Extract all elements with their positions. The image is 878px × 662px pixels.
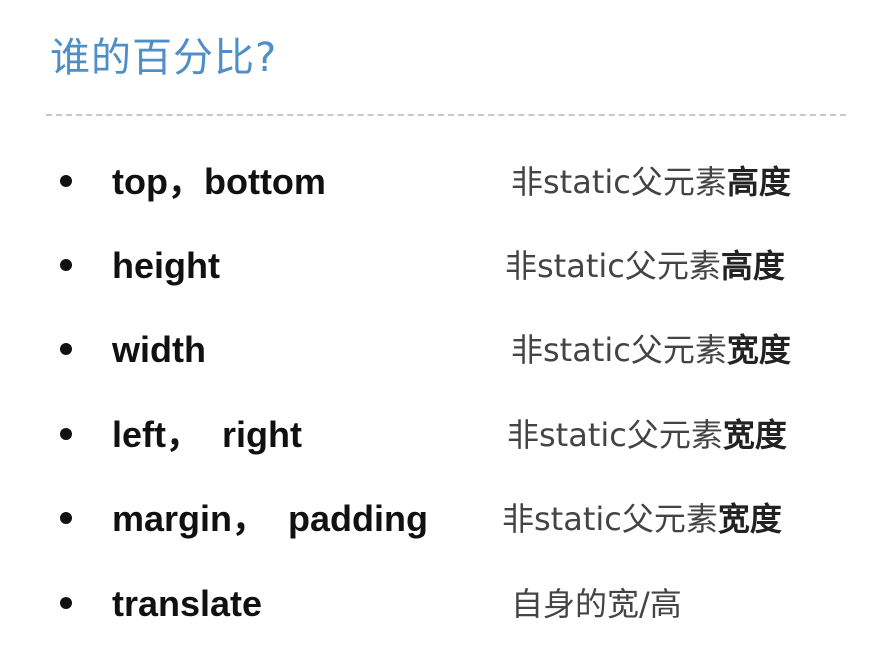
reference-text: 非static父元素 [507, 416, 723, 454]
list-item: left， right 非static父元素宽度 [0, 413, 878, 463]
list-item: top，bottom 非static父元素高度 [0, 160, 878, 210]
list-item: width 非static父元素宽度 [0, 328, 878, 378]
percent-reference: 非static父元素高度 [505, 244, 785, 288]
reference-dimension: 宽度 [726, 331, 791, 369]
reference-text: 非static父元素 [505, 247, 721, 285]
percent-reference: 自身的宽/高 [511, 582, 682, 626]
bullet-icon [60, 175, 72, 187]
reference-dimension: 高度 [726, 163, 791, 201]
reference-dimension: 宽度 [722, 416, 787, 454]
property-name: height [112, 245, 220, 286]
reference-text: 非static父元素 [511, 331, 727, 369]
property-name: margin， padding [112, 498, 429, 539]
bullet-icon [60, 343, 72, 355]
list-item: height 非static父元素高度 [0, 244, 878, 294]
bullet-icon [60, 512, 72, 524]
percent-reference: 非static父元素高度 [511, 160, 791, 204]
list-item: margin， padding 非static父元素宽度 [0, 497, 878, 547]
bullet-icon [60, 597, 72, 609]
slide: 谁的百分比? top，bottom 非static父元素高度 height 非s… [0, 0, 878, 662]
property-name: width [112, 329, 206, 370]
reference-text: 自身的宽/高 [511, 585, 682, 623]
bullet-icon [60, 259, 72, 271]
bullet-list: top，bottom 非static父元素高度 height 非static父元… [0, 0, 878, 662]
percent-reference: 非static父元素宽度 [502, 497, 782, 541]
list-item: translate 自身的宽/高 [0, 582, 878, 632]
reference-text: 非static父元素 [511, 163, 727, 201]
percent-reference: 非static父元素宽度 [507, 413, 787, 457]
reference-dimension: 宽度 [717, 500, 782, 538]
property-name: translate [112, 583, 263, 624]
property-name: top，bottom [112, 161, 326, 202]
property-name: left， right [112, 414, 302, 455]
percent-reference: 非static父元素宽度 [511, 328, 791, 372]
reference-dimension: 高度 [720, 247, 785, 285]
bullet-icon [60, 428, 72, 440]
reference-text: 非static父元素 [502, 500, 718, 538]
